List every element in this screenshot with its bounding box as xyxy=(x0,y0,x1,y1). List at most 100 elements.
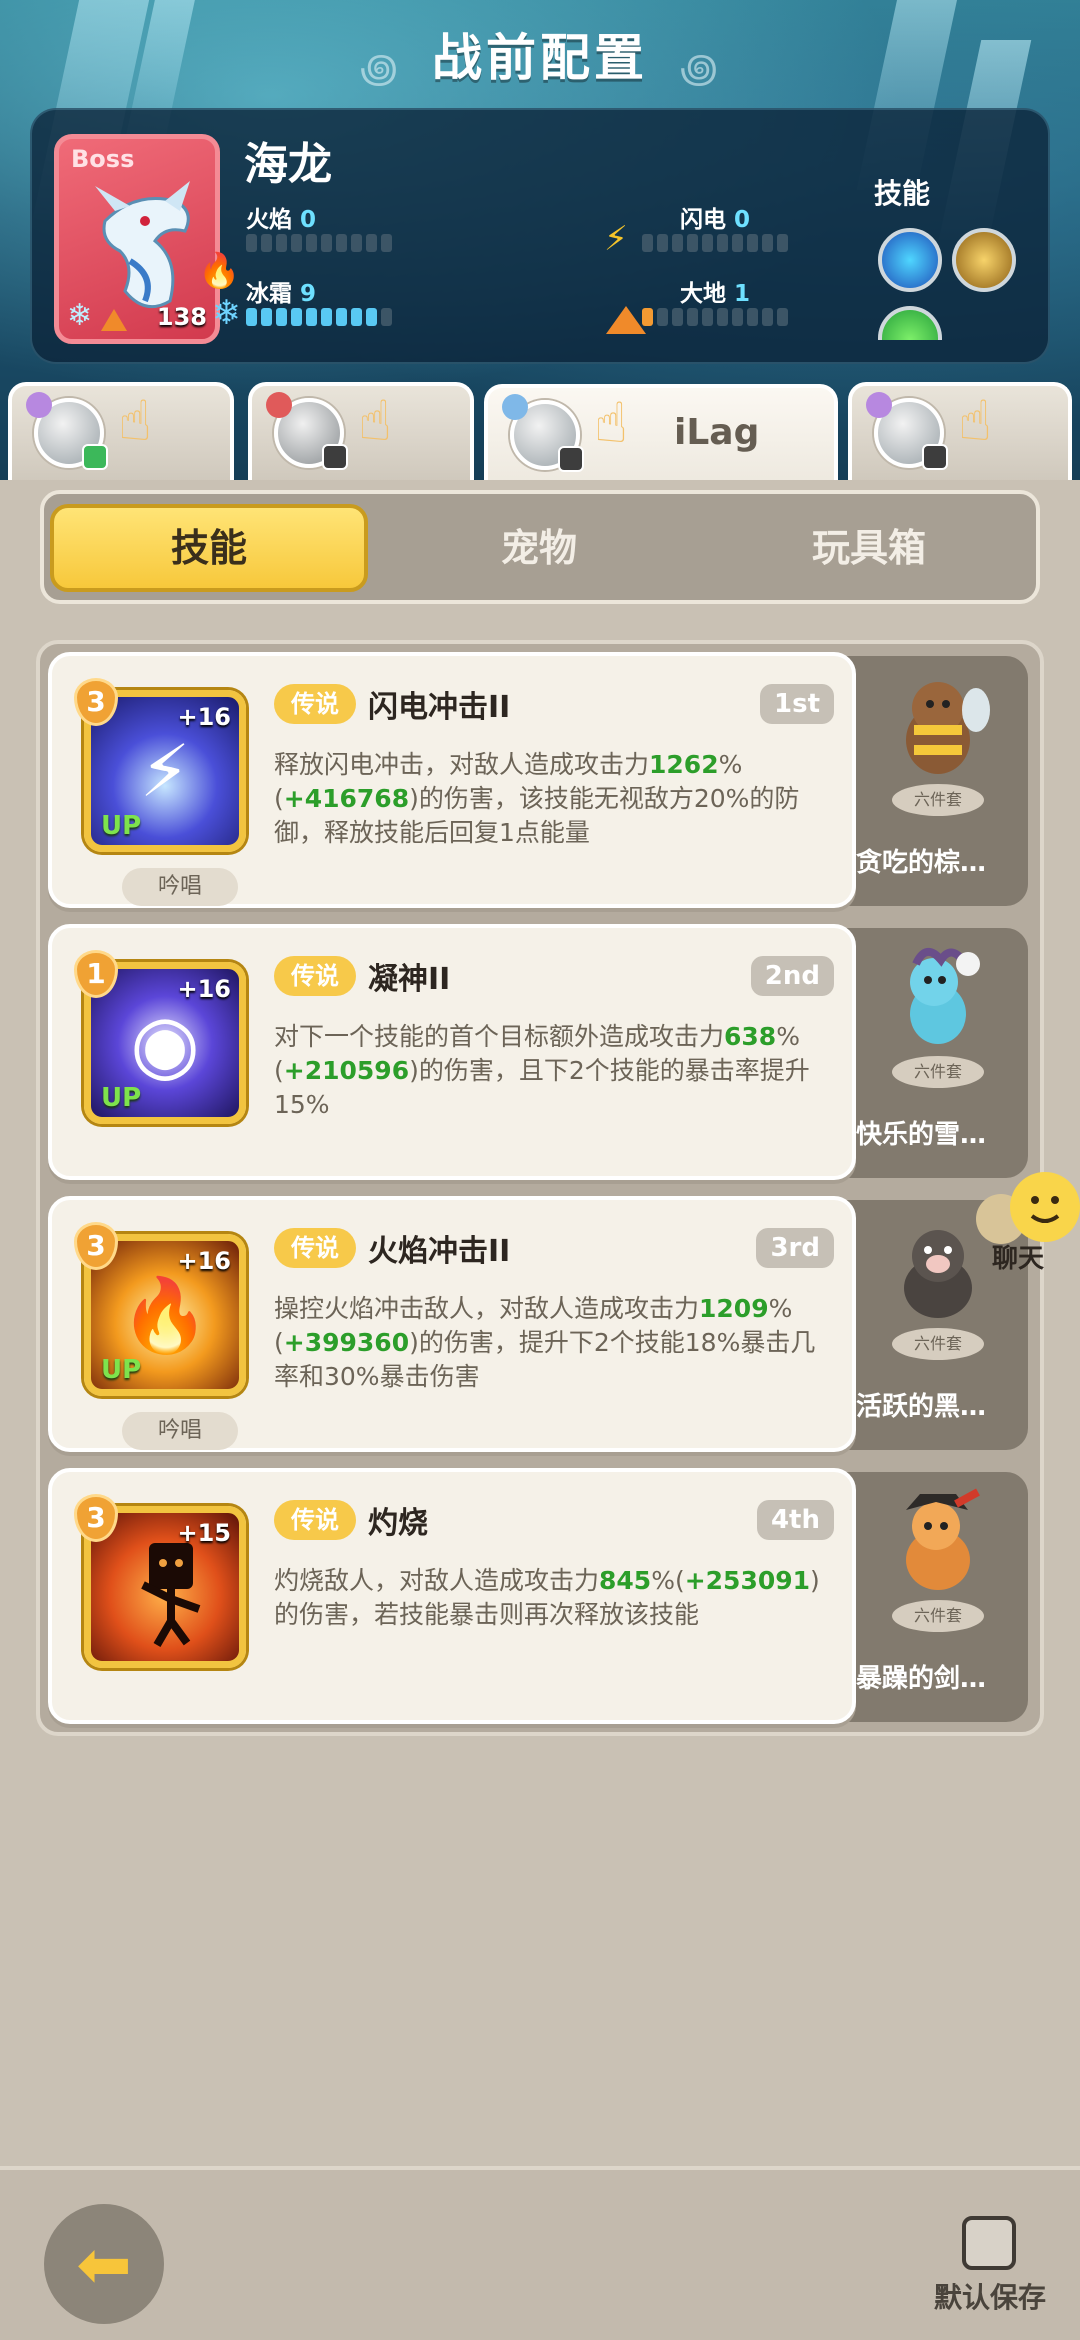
level-segment xyxy=(336,234,347,252)
category-tabs: 技能 宠物 玩具箱 xyxy=(40,490,1040,604)
fire-icon: 🔥 xyxy=(198,251,241,291)
skill-plus-level: +15 xyxy=(177,1519,231,1547)
level-segment xyxy=(717,234,728,252)
chat-button[interactable]: 聊天 xyxy=(968,1172,1080,1292)
skill-plus-level: +16 xyxy=(177,1247,231,1275)
cheer-hand-icon[interactable]: ☝ xyxy=(594,396,628,452)
boss-portrait[interactable]: Boss ❄ 138 xyxy=(54,134,220,344)
player-avatar xyxy=(502,394,584,472)
level-segment xyxy=(291,234,302,252)
default-save-checkbox[interactable] xyxy=(962,2216,1016,2270)
level-segment xyxy=(672,308,683,326)
player-tab-3[interactable]: ☝ iLag xyxy=(484,384,838,494)
player-avatar xyxy=(266,392,348,470)
skill-plus-level: +16 xyxy=(177,703,231,731)
skill-card[interactable]: +15 3 传说 灼烧 4th 灼烧敌人，对敌人造成攻击力845%(+25309… xyxy=(48,1468,856,1724)
level-segment xyxy=(747,308,758,326)
level-segment xyxy=(762,308,773,326)
level-segment xyxy=(306,234,317,252)
pet-set-label: 六件套 xyxy=(892,784,984,816)
level-segment xyxy=(351,308,362,326)
smiley-icon xyxy=(1010,1172,1080,1242)
player-mark-icon xyxy=(26,392,52,418)
level-segment xyxy=(642,308,653,326)
cheer-hand-icon[interactable]: ☝ xyxy=(958,394,992,450)
legendary-tag: 传说 xyxy=(274,1500,356,1540)
cheer-hand-icon[interactable]: ☝ xyxy=(358,394,392,450)
level-segment xyxy=(321,234,332,252)
skill-order-tag: 2nd xyxy=(750,956,834,996)
skill-order-tag: 4th xyxy=(756,1500,834,1540)
level-segment xyxy=(246,234,257,252)
level-segment xyxy=(366,308,377,326)
sea-dragon-image xyxy=(95,181,190,309)
boss-tag: Boss xyxy=(71,145,135,173)
skill-description: 对下一个技能的首个目标额外造成攻击力638%(+210596)的伤害，且下2个技… xyxy=(274,1022,810,1119)
level-segment xyxy=(732,308,743,326)
sword-raccoon-pet-image xyxy=(906,1488,980,1590)
ice-element-icon: ❄ xyxy=(67,298,93,333)
level-segment xyxy=(657,308,668,326)
legendary-tag: 传说 xyxy=(274,956,356,996)
lightning-icon: ⚡ xyxy=(604,219,628,259)
level-segment xyxy=(291,308,302,326)
pet-slot[interactable]: 六件套 贪吃的棕… xyxy=(846,656,1028,906)
tab-skills[interactable]: 技能 xyxy=(50,504,368,592)
back-button[interactable]: ⬅ xyxy=(44,2204,164,2324)
cheer-hand-icon[interactable]: ☝ xyxy=(118,394,152,450)
tab-pets[interactable]: 宠物 xyxy=(380,504,698,592)
level-segment xyxy=(747,234,758,252)
boss-skill-orb-1[interactable] xyxy=(878,228,942,292)
tab-toy-box[interactable]: 玩具箱 xyxy=(710,504,1028,592)
player-tab-2[interactable]: ☝ xyxy=(248,382,474,482)
pet-slot[interactable]: 六件套 快乐的雪… xyxy=(846,928,1028,1178)
thunder-label: 闪电 0 xyxy=(680,207,751,233)
earth-label: 大地 1 xyxy=(680,281,751,307)
player-mark-icon xyxy=(866,392,892,418)
pet-set-label: 六件套 xyxy=(892,1328,984,1360)
default-save-label: 默认保存 xyxy=(934,2281,1047,2314)
player-avatar xyxy=(26,392,108,470)
bear-bee-pet-image xyxy=(906,682,990,774)
skill-name: 灼烧 xyxy=(368,1506,428,1541)
level-segment xyxy=(687,308,698,326)
boss-skills-label: 技能 xyxy=(874,177,931,210)
level-segment xyxy=(261,308,272,326)
player-tab-4[interactable]: ☝ xyxy=(848,382,1072,482)
player-mark-icon xyxy=(266,392,292,418)
chat-label: 聊天 xyxy=(992,1244,1045,1274)
pet-slot[interactable]: 六件套 暴躁的剑… xyxy=(846,1472,1028,1722)
skill-description: 操控火焰冲击敌人，对敌人造成攻击力1209%(+399360)的伤害，提升下2个… xyxy=(274,1294,816,1391)
level-segment xyxy=(306,308,317,326)
player-name: iLag xyxy=(674,412,760,453)
mountain-icon xyxy=(606,306,646,334)
skill-card[interactable]: ◉ +16 UP 1 传说 凝神II 2nd 对下一个技能的首个目标额外造成攻击… xyxy=(48,924,856,1180)
ice-level-bar xyxy=(246,308,392,326)
level-segment xyxy=(687,234,698,252)
skill-card[interactable]: ⚡ +16 UP 3 吟唱 传说 闪电冲击II 1st 释放闪电冲击，对敌人造成… xyxy=(48,652,856,908)
player-tab-1[interactable]: ☝ xyxy=(8,382,234,482)
boss-info-panel: Boss ❄ 138 海龙 🔥 火焰0 ⚡ 闪电0 ❄ 冰霜9 大地1 xyxy=(30,108,1050,364)
chant-tag: 吟唱 xyxy=(122,1412,238,1450)
level-segment xyxy=(672,234,683,252)
skill-card[interactable]: 🔥 +16 UP 3 吟唱 传说 火焰冲击II 3rd 操控火焰冲击敌人，对敌人… xyxy=(48,1196,856,1452)
level-segment xyxy=(642,234,653,252)
pet-name: 快乐的雪… xyxy=(856,1120,987,1150)
level-segment xyxy=(777,308,788,326)
earth-level-bar xyxy=(642,308,788,326)
level-segment xyxy=(762,234,773,252)
level-segment xyxy=(381,308,392,326)
level-segment xyxy=(717,308,728,326)
boss-skill-orb-3[interactable] xyxy=(878,306,942,340)
skill-name: 凝神II xyxy=(368,962,451,997)
player-avatar xyxy=(866,392,948,470)
level-segment xyxy=(366,234,377,252)
level-segment xyxy=(336,308,347,326)
chat-status-icon xyxy=(558,446,584,472)
level-segment xyxy=(321,308,332,326)
boss-skill-orb-2[interactable] xyxy=(952,228,1016,292)
fire-level-bar xyxy=(246,234,392,252)
earth-element-icon xyxy=(101,309,127,331)
skill-description: 释放闪电冲击，对敌人造成攻击力1262%(+416768)的伤害，该技能无视敌方… xyxy=(274,750,800,847)
level-segment xyxy=(657,234,668,252)
